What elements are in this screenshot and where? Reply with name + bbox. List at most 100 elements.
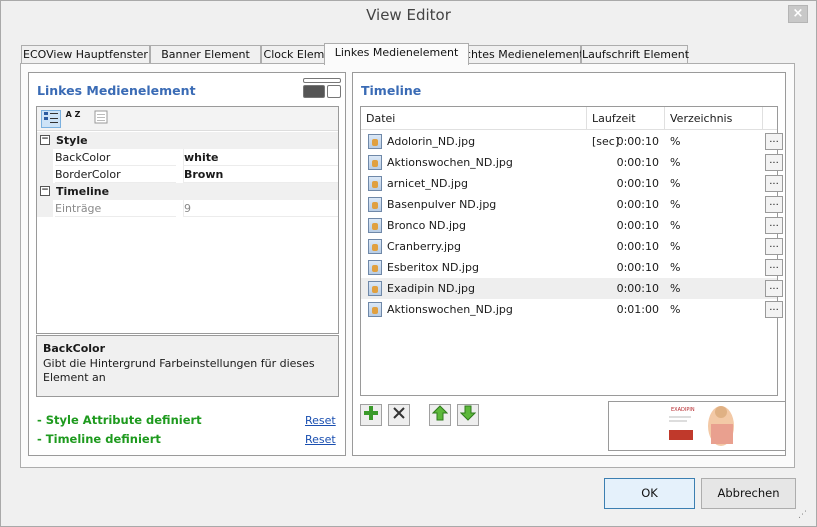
row-duration: 0:00:10 (616, 198, 659, 211)
table-row[interactable]: Basenpulver ND.jpg 0:00:10 % ... (361, 194, 783, 215)
image-file-icon (368, 218, 382, 233)
browse-button[interactable]: ... (765, 217, 783, 234)
preview-image: EXADIPIN (664, 405, 734, 447)
row-duration: 0:00:10 (616, 219, 659, 232)
properties-pane: Linkes Medienelement A Z − Style BackCol… (28, 72, 346, 456)
row-file: Basenpulver ND.jpg (387, 198, 497, 211)
property-value[interactable]: white (183, 149, 338, 166)
move-down-icon (459, 405, 477, 421)
window-title: View Editor (366, 6, 451, 24)
collapse-timeline-icon[interactable]: − (40, 186, 50, 196)
category-timeline[interactable]: − Timeline (37, 183, 338, 200)
row-file: Aktionswochen_ND.jpg (387, 303, 513, 316)
table-row[interactable]: arnicet_ND.jpg 0:00:10 % ... (361, 173, 783, 194)
layout-toggle-icon[interactable] (303, 78, 341, 102)
property-grid-toolbar: A Z (37, 107, 338, 131)
row-duration: 0:00:10 (616, 261, 659, 274)
grid-header: Datei Laufzeit [sec] Verzeichnis (361, 107, 777, 148)
browse-button[interactable]: ... (765, 154, 783, 171)
browse-button[interactable]: ... (765, 196, 783, 213)
close-button[interactable]: × (788, 5, 808, 23)
move-down-button[interactable] (457, 404, 479, 426)
add-icon (364, 406, 378, 420)
property-grid: A Z − Style BackColor white BorderColor … (36, 106, 339, 334)
tab-ecoview-hauptfenster[interactable]: ECOView Hauptfenster (21, 45, 150, 64)
row-duration: 0:00:10 (616, 282, 659, 295)
move-up-icon (431, 405, 449, 421)
property-row-bordercolor[interactable]: BorderColor Brown (37, 166, 338, 183)
status-style-defined: - Style Attribute definiert (37, 413, 202, 427)
browse-button[interactable]: ... (765, 238, 783, 255)
tab-banner-element[interactable]: Banner Element (150, 45, 261, 64)
row-duration: 0:00:10 (616, 240, 659, 253)
image-file-icon (368, 281, 382, 296)
category-style[interactable]: − Style (37, 132, 338, 149)
image-file-icon (368, 134, 382, 149)
browse-button[interactable]: ... (765, 175, 783, 192)
add-button[interactable] (360, 404, 382, 426)
browse-button[interactable]: ... (765, 133, 783, 150)
tab-laufschrift-element[interactable]: Laufschrift Element (581, 45, 689, 64)
property-name: BackColor (55, 149, 176, 166)
move-up-button[interactable] (429, 404, 451, 426)
delete-icon (393, 407, 405, 419)
row-file: Esberitox ND.jpg (387, 261, 479, 274)
row-directory: % (670, 303, 681, 316)
table-row[interactable]: Cranberry.jpg 0:00:10 % ... (361, 236, 783, 257)
browse-button[interactable]: ... (765, 259, 783, 276)
property-name: BorderColor (55, 166, 176, 183)
table-row[interactable]: Adolorin_ND.jpg 0:00:10 % ... (361, 131, 783, 152)
property-row-backcolor[interactable]: BackColor white (37, 149, 338, 166)
properties-pane-title: Linkes Medienelement (37, 83, 196, 98)
image-file-icon (368, 197, 382, 212)
row-directory: % (670, 135, 681, 148)
property-row-eintraege[interactable]: Einträge 9 (37, 200, 338, 217)
property-value: 9 (183, 200, 338, 217)
property-help-box: BackColor Gibt die Hintergrund Farbeinst… (36, 335, 339, 397)
browse-button[interactable]: ... (765, 280, 783, 297)
reset-style-link[interactable]: Reset (305, 414, 336, 427)
row-duration: 0:00:10 (616, 156, 659, 169)
row-directory: % (670, 219, 681, 232)
collapse-style-icon[interactable]: − (40, 135, 50, 145)
category-label: Style (56, 134, 88, 147)
row-file: Aktionswochen_ND.jpg (387, 156, 513, 169)
row-file: Adolorin_ND.jpg (387, 135, 476, 148)
image-file-icon (368, 302, 382, 317)
categorized-icon[interactable] (41, 110, 61, 128)
ok-button[interactable]: OK (604, 478, 695, 509)
sort-alphabetical-icon[interactable]: A Z (63, 110, 83, 128)
resize-grip-icon[interactable]: ⋰ (798, 510, 810, 522)
column-header-laufzeit[interactable]: Laufzeit [sec] (587, 107, 665, 148)
row-duration: 0:00:10 (616, 177, 659, 190)
browse-button[interactable]: ... (765, 301, 783, 318)
table-row[interactable]: Esberitox ND.jpg 0:00:10 % ... (361, 257, 783, 278)
row-directory: % (670, 282, 681, 295)
property-pages-icon[interactable] (91, 110, 111, 128)
row-directory: % (670, 198, 681, 211)
reset-timeline-link[interactable]: Reset (305, 433, 336, 446)
timeline-pane: Timeline Datei Laufzeit [sec] Verzeichni… (352, 72, 786, 456)
category-label: Timeline (56, 185, 110, 198)
tab-rechtes-medienelement[interactable]: Rechtes Medienelement (450, 45, 584, 64)
row-file: Bronco ND.jpg (387, 219, 467, 232)
tab-linkes-medienelement[interactable]: Linkes Medienelement (324, 43, 469, 65)
property-value[interactable]: Brown (183, 166, 338, 183)
property-grid-rows: − Style BackColor white BorderColor Brow… (37, 132, 338, 217)
status-timeline-defined: - Timeline definiert (37, 432, 161, 446)
table-row[interactable]: Aktionswochen_ND.jpg 0:01:00 % ... (361, 299, 783, 320)
row-directory: % (670, 177, 681, 190)
column-header-datei[interactable]: Datei (361, 107, 587, 130)
table-row[interactable]: Aktionswochen_ND.jpg 0:00:10 % ... (361, 152, 783, 173)
image-file-icon (368, 260, 382, 275)
help-text: Gibt die Hintergrund Farbeinstellungen f… (43, 357, 315, 384)
tab-panel: Linkes Medienelement A Z − Style BackCol… (20, 63, 795, 468)
table-row-selected[interactable]: Exadipin ND.jpg 0:00:10 % ... (361, 278, 783, 299)
column-header-verzeichnis[interactable]: Verzeichnis (665, 107, 763, 130)
delete-button[interactable] (388, 404, 410, 426)
view-editor-window: View Editor × ECOView Hauptfenster Banne… (0, 0, 817, 527)
table-row[interactable]: Bronco ND.jpg 0:00:10 % ... (361, 215, 783, 236)
row-directory: % (670, 240, 681, 253)
row-file: Exadipin ND.jpg (387, 282, 475, 295)
cancel-button[interactable]: Abbrechen (701, 478, 796, 509)
